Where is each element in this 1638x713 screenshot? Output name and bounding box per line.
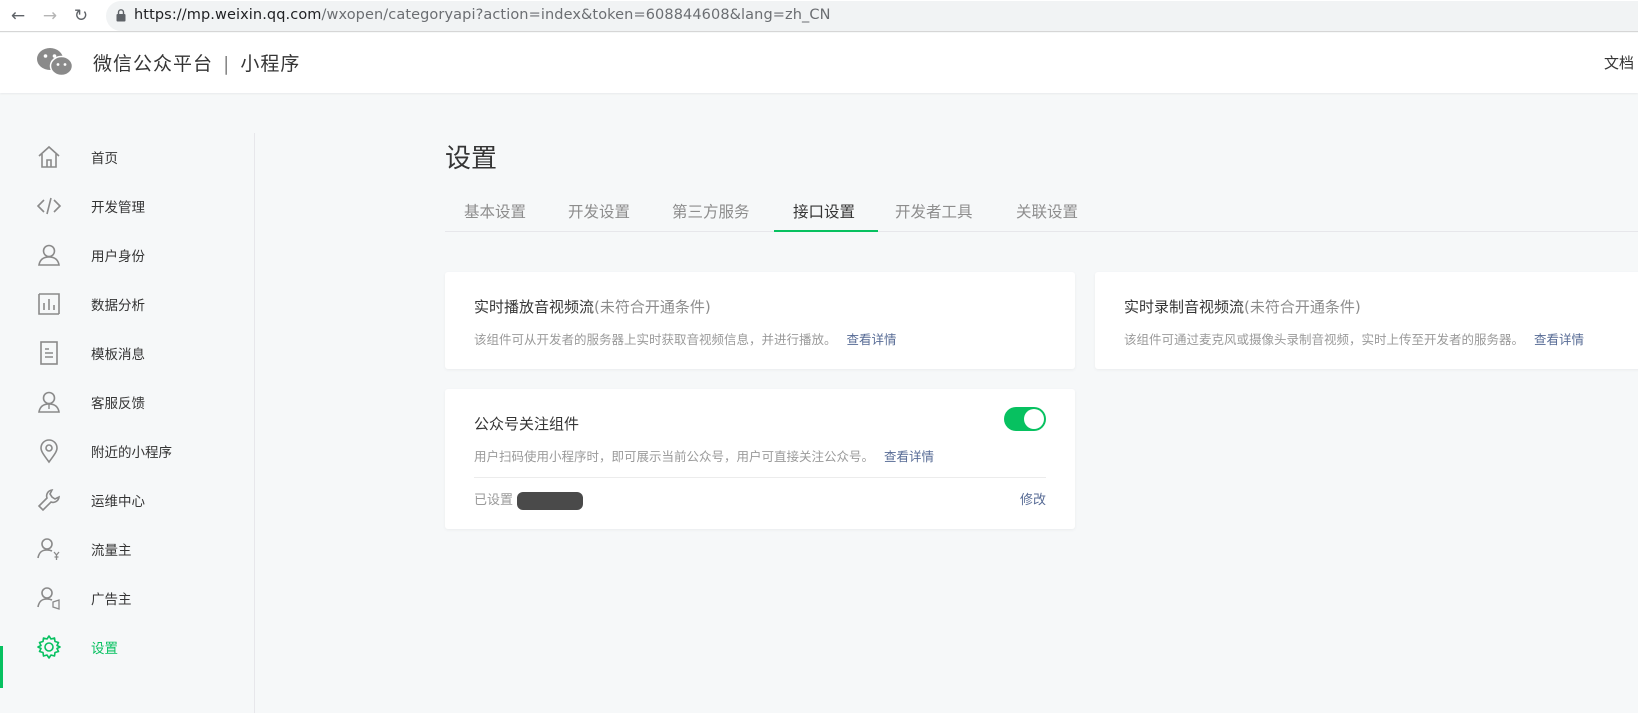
customer-service-icon	[38, 391, 60, 413]
code-icon	[36, 197, 62, 215]
configured-status: 已设置	[474, 489, 584, 510]
brand-name: 微信公众平台	[93, 53, 214, 75]
lock-icon	[116, 9, 126, 22]
redacted-value	[517, 491, 584, 510]
card-title: 公众号关注组件	[474, 415, 580, 433]
tab-basic-settings[interactable]: 基本设置	[464, 200, 526, 222]
sidebar-item-label: 运维中心	[91, 494, 145, 510]
view-details-link[interactable]: 查看详情	[884, 449, 934, 464]
divider	[474, 477, 1046, 478]
sidebar-item-label: 附近的小程序	[91, 445, 172, 461]
condition-note: (未符合开通条件)	[594, 298, 711, 316]
document-icon	[40, 341, 58, 365]
sidebar-nav: 首页 开发管理 用户身份 数据分析 模板消息 客服反馈 附近的小程序 运维中心 …	[0, 133, 255, 713]
card-live-record: 实时录制音视频流(未符合开通条件) 该组件可通过麦克风或摄像头录制音视频，实时上…	[1095, 272, 1638, 369]
sidebar-item-settings[interactable]: 设置	[0, 623, 254, 672]
sidebar-item-ops-center[interactable]: 运维中心	[0, 476, 254, 525]
sidebar-item-label: 广告主	[91, 592, 132, 608]
sidebar-item-nearby-miniprogram[interactable]: 附近的小程序	[0, 427, 254, 476]
sidebar-item-label: 流量主	[91, 543, 132, 559]
user-yen-icon	[37, 538, 60, 560]
edit-link[interactable]: 修改	[1020, 489, 1046, 508]
back-arrow-icon[interactable]: ←	[6, 4, 30, 28]
user-ad-icon	[37, 587, 60, 610]
forward-arrow-icon[interactable]: →	[38, 4, 62, 28]
user-icon	[38, 244, 60, 266]
tab-interface-settings[interactable]: 接口设置	[793, 200, 855, 222]
product-name: 小程序	[240, 53, 301, 75]
tab-association-settings[interactable]: 关联设置	[1016, 200, 1078, 222]
enable-toggle[interactable]	[1004, 407, 1046, 431]
sidebar-item-dev-management[interactable]: 开发管理	[0, 182, 254, 231]
sidebar-item-label: 数据分析	[91, 298, 145, 314]
wechat-logo-icon[interactable]	[36, 46, 74, 78]
page-title: 设置	[445, 144, 498, 174]
card-description: 用户扫码使用小程序时，即可展示当前公众号，用户可直接关注公众号。 查看详情	[474, 449, 935, 464]
sidebar-item-template-message[interactable]: 模板消息	[0, 329, 254, 378]
sidebar-item-label: 开发管理	[91, 200, 145, 216]
toggle-knob	[1024, 409, 1044, 429]
browser-address-bar: ← → ↻ https://mp.weixin.qq.com/wxopen/ca…	[0, 0, 1638, 32]
brand-separator: |	[223, 53, 231, 75]
sidebar-item-traffic-host[interactable]: 流量主	[0, 525, 254, 574]
gear-icon	[37, 635, 61, 659]
card-title: 实时录制音视频流(未符合开通条件)	[1124, 298, 1361, 316]
view-details-link[interactable]: 查看详情	[847, 332, 897, 347]
sidebar-item-user-identity[interactable]: 用户身份	[0, 231, 254, 280]
sidebar-item-advertiser[interactable]: 广告主	[0, 574, 254, 623]
chart-icon	[38, 293, 60, 315]
brand-title[interactable]: 微信公众平台 | 小程序	[93, 49, 300, 76]
sidebar-item-label: 首页	[91, 151, 118, 167]
sidebar-item-label: 用户身份	[91, 249, 145, 265]
view-details-link[interactable]: 查看详情	[1534, 332, 1584, 347]
tab-third-party-services[interactable]: 第三方服务	[672, 200, 750, 222]
reload-icon[interactable]: ↻	[69, 4, 93, 28]
sidebar-item-home[interactable]: 首页	[0, 133, 254, 182]
card-follow-component: 公众号关注组件 用户扫码使用小程序时，即可展示当前公众号，用户可直接关注公众号。…	[445, 389, 1075, 529]
location-pin-icon	[40, 439, 58, 464]
tab-dev-settings[interactable]: 开发设置	[568, 200, 630, 222]
active-tab-underline	[774, 230, 878, 232]
wrench-icon	[37, 489, 60, 512]
url-text: https://mp.weixin.qq.com/wxopen/category…	[134, 7, 831, 23]
card-title: 实时播放音视频流(未符合开通条件)	[474, 298, 711, 316]
doc-link[interactable]: 文档	[1604, 52, 1634, 73]
tab-developer-tools[interactable]: 开发者工具	[895, 200, 973, 222]
card-description: 该组件可从开发者的服务器上实时获取音视频信息，并进行播放。 查看详情	[474, 332, 897, 347]
sidebar-item-label: 模板消息	[91, 347, 145, 363]
sidebar-item-customer-feedback[interactable]: 客服反馈	[0, 378, 254, 427]
home-icon	[38, 145, 60, 168]
condition-note: (未符合开通条件)	[1244, 298, 1361, 316]
card-description: 该组件可通过麦克风或摄像头录制音视频，实时上传至开发者的服务器。 查看详情	[1124, 332, 1585, 347]
settings-tabs: 基本设置 开发设置 第三方服务 接口设置 开发者工具 关联设置	[445, 188, 1638, 232]
card-live-play: 实时播放音视频流(未符合开通条件) 该组件可从开发者的服务器上实时获取音视频信息…	[445, 272, 1075, 369]
url-field[interactable]: https://mp.weixin.qq.com/wxopen/category…	[106, 1, 1638, 31]
sidebar-item-label: 客服反馈	[91, 396, 145, 412]
top-header: 微信公众平台 | 小程序 文档	[0, 33, 1638, 93]
sidebar-item-label: 设置	[91, 641, 118, 657]
sidebar-item-data-analysis[interactable]: 数据分析	[0, 280, 254, 329]
